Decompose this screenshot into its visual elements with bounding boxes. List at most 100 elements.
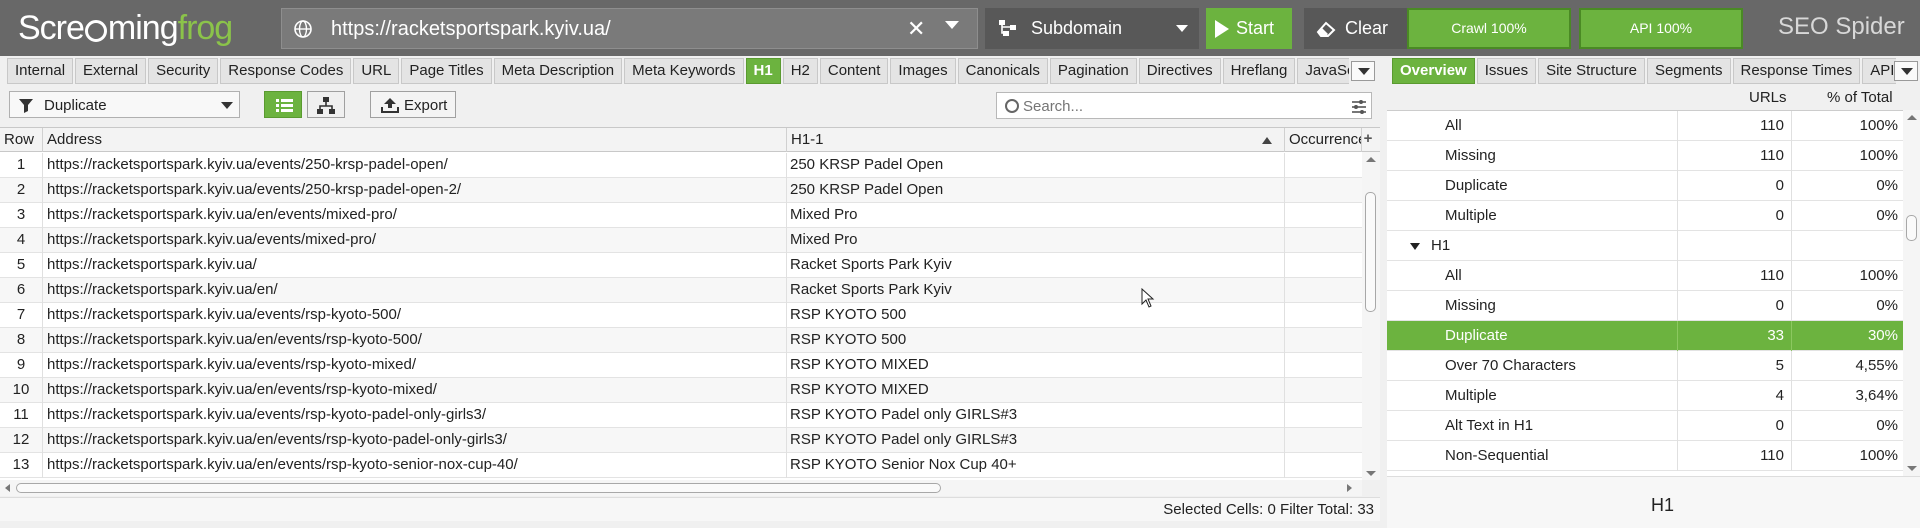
tab-response-codes[interactable]: Response Codes [220,58,352,84]
tab-content[interactable]: Content [819,58,889,84]
overview-row[interactable]: Multiple 0 0% [1387,201,1903,231]
url-bar[interactable]: https://racketsportspark.kyiv.ua/ ✕ [281,8,978,49]
scrollbar-thumb[interactable] [16,483,941,493]
h1-cell[interactable]: RSP KYOTO MIXED [787,378,1285,403]
scrollbar-thumb[interactable] [1906,215,1917,241]
overview-row[interactable]: Non-Sequential 110 100% [1387,441,1903,471]
h1-cell[interactable]: 250 KRSP Padel Open [787,153,1285,178]
overview-row[interactable]: Duplicate 33 30% [1387,321,1903,351]
overview-row[interactable]: Over 70 Characters 5 4,55% [1387,351,1903,381]
h1-cell[interactable]: RSP KYOTO Senior Nox Cup 40+ [787,453,1285,478]
tab-overflow-menu-button[interactable] [1351,61,1375,81]
h1-cell[interactable]: RSP KYOTO MIXED [787,353,1285,378]
occurrences-cell[interactable] [1285,228,1362,253]
tab-external[interactable]: External [75,58,147,84]
occurrences-cell[interactable] [1285,153,1362,178]
h1-cell[interactable]: Racket Sports Park Kyiv [787,278,1285,303]
tab-meta-keywords[interactable]: Meta Keywords [624,58,744,84]
h1-cell[interactable]: Racket Sports Park Kyiv [787,253,1285,278]
scroll-right-icon[interactable] [1347,484,1352,492]
tab-canonicals[interactable]: Canonicals [957,58,1048,84]
address-cell[interactable]: https://racketsportspark.kyiv.ua/en/even… [43,203,787,228]
table-row[interactable]: 9 https://racketsportspark.kyiv.ua/events… [0,353,1362,378]
table-row[interactable]: 2 https://racketsportspark.kyiv.ua/events… [0,178,1362,203]
column-header-percent[interactable]: % of Total [1827,89,1893,106]
occurrences-cell[interactable] [1285,378,1362,403]
tab-hreflang[interactable]: Hreflang [1222,58,1296,84]
url-history-dropdown-icon[interactable] [945,21,959,29]
occurrences-cell[interactable] [1285,178,1362,203]
url-input[interactable]: https://racketsportspark.kyiv.ua/ [331,18,611,41]
scroll-up-icon[interactable] [1366,157,1376,162]
overview-row[interactable]: All 110 100% [1387,111,1903,141]
tab-images[interactable]: Images [890,58,956,84]
tab-page-titles[interactable]: Page Titles [401,58,492,84]
h1-cell[interactable]: 250 KRSP Padel Open [787,178,1285,203]
occurrences-cell[interactable] [1285,203,1362,228]
occurrences-cell[interactable] [1285,253,1362,278]
occurrences-cell[interactable] [1285,328,1362,353]
side-tab-site-structure[interactable]: Site Structure [1538,58,1645,84]
side-tab-response-times[interactable]: Response Times [1732,58,1861,84]
list-view-button[interactable] [264,91,302,118]
address-cell[interactable]: https://racketsportspark.kyiv.ua/events/… [43,403,787,428]
h1-cell[interactable]: Mixed Pro [787,203,1285,228]
table-row[interactable]: 7 https://racketsportspark.kyiv.ua/events… [0,303,1362,328]
column-header-occurrences[interactable]: Occurrence [1285,128,1362,152]
table-row[interactable]: 3 https://racketsportspark.kyiv.ua/en/eve… [0,203,1362,228]
filter-dropdown[interactable]: Duplicate [9,91,240,118]
h1-cell[interactable]: RSP KYOTO Padel only GIRLS#3 [787,403,1285,428]
table-row[interactable]: 12 https://racketsportspark.kyiv.ua/en/ev… [0,428,1362,453]
horizontal-scrollbar[interactable] [0,480,1362,496]
scroll-left-icon[interactable] [5,484,10,492]
table-row[interactable]: 5 https://racketsportspark.kyiv.ua/Racket… [0,253,1362,278]
address-cell[interactable]: https://racketsportspark.kyiv.ua/events/… [43,353,787,378]
occurrences-cell[interactable] [1285,428,1362,453]
tab-javascr[interactable]: JavaScr [1297,58,1349,84]
address-cell[interactable]: https://racketsportspark.kyiv.ua/en/even… [43,328,787,353]
table-row[interactable]: 10 https://racketsportspark.kyiv.ua/en/ev… [0,378,1362,403]
clear-button[interactable]: Clear [1304,8,1422,49]
address-cell[interactable]: https://racketsportspark.kyiv.ua/en/even… [43,453,787,478]
occurrences-cell[interactable] [1285,278,1362,303]
column-header-urls[interactable]: URLs [1749,89,1787,106]
side-tab-overview[interactable]: Overview [1392,58,1475,84]
address-cell[interactable]: https://racketsportspark.kyiv.ua/en/even… [43,378,787,403]
h1-cell[interactable]: RSP KYOTO 500 [787,328,1285,353]
search-options-icon[interactable] [1351,99,1367,114]
overview-row[interactable]: Missing 0 0% [1387,291,1903,321]
h1-cell[interactable]: RSP KYOTO 500 [787,303,1285,328]
overview-row[interactable]: All 110 100% [1387,261,1903,291]
export-button[interactable]: Export [370,91,456,118]
overview-scrollbar[interactable] [1903,110,1920,476]
table-row[interactable]: 13 https://racketsportspark.kyiv.ua/en/ev… [0,453,1362,478]
crawl-mode-select[interactable]: Subdomain [985,8,1199,49]
occurrences-cell[interactable] [1285,353,1362,378]
overview-row[interactable]: Multiple 4 3,64% [1387,381,1903,411]
table-row[interactable]: 1 https://racketsportspark.kyiv.ua/events… [0,153,1362,178]
tab-meta-description[interactable]: Meta Description [493,58,623,84]
start-button[interactable]: Start [1206,8,1292,49]
table-row[interactable]: 6 https://racketsportspark.kyiv.ua/en/Rac… [0,278,1362,303]
overview-row[interactable]: Duplicate 0 0% [1387,171,1903,201]
address-cell[interactable]: https://racketsportspark.kyiv.ua/events/… [43,178,787,203]
clear-url-icon[interactable]: ✕ [907,16,925,42]
table-row[interactable]: 4 https://racketsportspark.kyiv.ua/events… [0,228,1362,253]
tab-pagination[interactable]: Pagination [1049,58,1137,84]
occurrences-cell[interactable] [1285,453,1362,478]
address-cell[interactable]: https://racketsportspark.kyiv.ua/en/ [43,278,787,303]
table-row[interactable]: 8 https://racketsportspark.kyiv.ua/en/eve… [0,328,1362,353]
column-header-address[interactable]: Address [43,128,787,152]
side-tab-issues[interactable]: Issues [1476,58,1537,84]
tree-group-h1[interactable]: H1 [1387,231,1903,261]
h1-cell[interactable]: RSP KYOTO Padel only GIRLS#3 [787,428,1285,453]
tab-h2[interactable]: H2 [782,58,818,84]
address-cell[interactable]: https://racketsportspark.kyiv.ua/en/even… [43,428,787,453]
search-input[interactable] [1023,96,1323,116]
scroll-up-icon[interactable] [1907,115,1917,120]
tab-security[interactable]: Security [148,58,219,84]
add-column-icon[interactable]: + [1360,130,1376,148]
side-tab-overflow-menu-button[interactable] [1894,61,1918,81]
scroll-down-icon[interactable] [1366,471,1376,476]
side-tab-api[interactable]: API [1862,58,1896,84]
